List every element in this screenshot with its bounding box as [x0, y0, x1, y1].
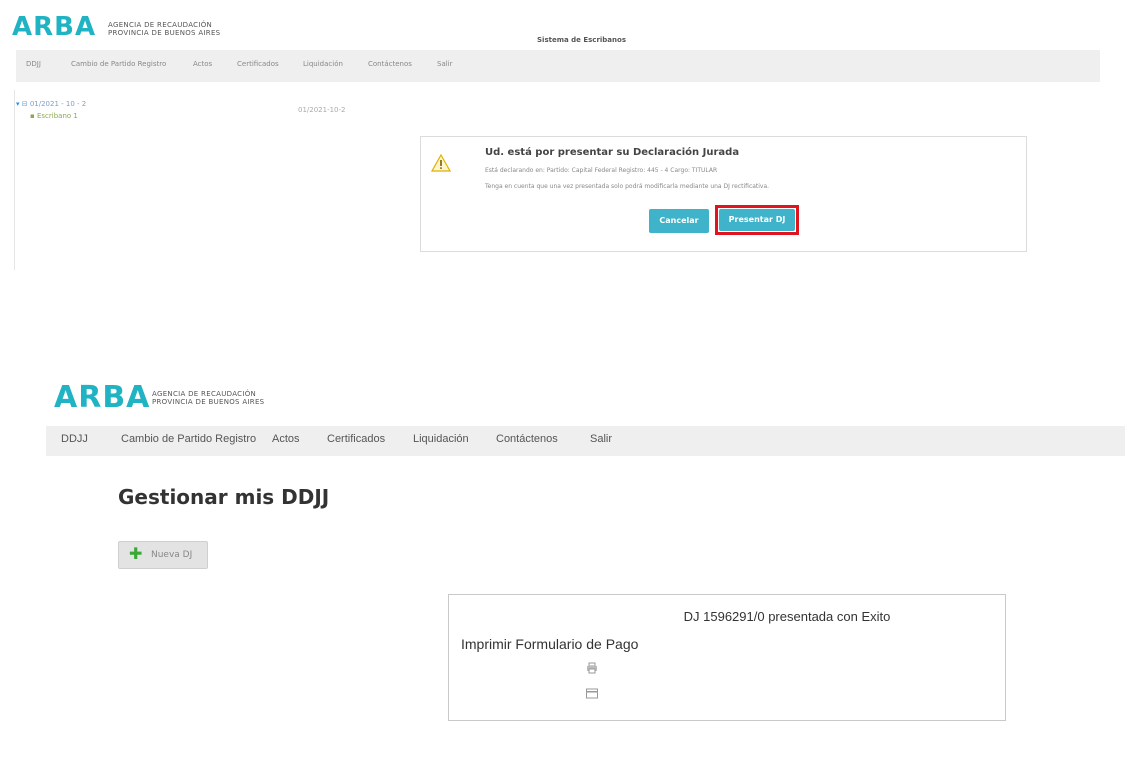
nav-cambio-partido-bottom[interactable]: Cambio de Partido Registro — [121, 433, 256, 445]
printer-icon[interactable] — [586, 659, 598, 678]
agency-subtitle-bottom: AGENCIA DE RECAUDACIÓN PROVINCIA DE BUEN… — [152, 390, 264, 406]
tree-child-item[interactable]: ▪ Escribano 1 — [30, 112, 78, 120]
nav-certificados[interactable]: Certificados — [237, 60, 279, 68]
agency-subtitle-bottom-line2: PROVINCIA DE BUENOS AIRES — [152, 398, 265, 406]
tree-root-item[interactable]: ▾ ⊟ 01/2021 - 10 - 2 — [16, 100, 86, 108]
tree-folder-icon: ▪ — [30, 112, 35, 120]
nav-contactenos-bottom[interactable]: Contáctenos — [496, 433, 558, 445]
card-icon[interactable] — [586, 684, 598, 703]
tree-side-label: 01/2021-10-2 — [298, 106, 346, 114]
tree-child-label: Escribano 1 — [36, 112, 78, 120]
result-title-text: DJ 1596291/0 presentada con Exito — [683, 609, 891, 624]
dialog-line1: Está declarando en: Partido: Capital Fed… — [485, 167, 718, 174]
nav-cambio-partido[interactable]: Cambio de Partido Registro — [71, 60, 166, 68]
nav-contactenos[interactable]: Contáctenos — [368, 60, 412, 68]
nueva-dj-label: Nueva DJ — [151, 550, 193, 560]
agency-subtitle-line2: PROVINCIA DE BUENOS AIRES — [108, 29, 221, 37]
bottom-nav-bar: DDJJ Cambio de Partido Registro Actos Ce… — [46, 426, 1125, 456]
tree-root-label: ⊟ 01/2021 - 10 - 2 — [21, 100, 87, 108]
top-nav-bar: DDJJ Cambio de Partido Registro Actos Ce… — [16, 50, 1100, 82]
arba-logo-bottom: ARBA — [54, 380, 151, 415]
nav-certificados-bottom[interactable]: Certificados — [327, 433, 385, 445]
dialog-line2: Tenga en cuenta que una vez presentada s… — [485, 183, 770, 190]
nav-salir[interactable]: Salir — [437, 60, 453, 68]
result-box: DJ 1596291/0 presentada con Exito Imprim… — [448, 594, 1006, 721]
plus-icon: ✚ — [129, 544, 143, 563]
nav-actos-bottom[interactable]: Actos — [272, 433, 300, 445]
result-title: DJ 1596291/0 presentada con Exito — [449, 609, 1005, 624]
dialog-title: Ud. está por presentar su Declaración Ju… — [485, 147, 740, 158]
agency-subtitle-bottom-line1: AGENCIA DE RECAUDACIÓN — [152, 390, 257, 398]
nav-ddjj[interactable]: DDJJ — [26, 60, 41, 68]
warning-icon — [430, 153, 452, 173]
tree-expand-icon[interactable]: ▾ — [16, 100, 20, 108]
tree-panel-border — [14, 90, 15, 270]
submit-dj-button[interactable]: Presentar DJ — [719, 209, 795, 231]
system-title: Sistema de Escribanos — [537, 36, 626, 44]
arba-logo: ARBA — [12, 12, 97, 42]
agency-subtitle: AGENCIA DE RECAUDACIÓN PROVINCIA DE BUEN… — [108, 21, 220, 37]
nueva-dj-button[interactable]: ✚ Nueva DJ — [118, 541, 208, 569]
agency-subtitle-line1: AGENCIA DE RECAUDACIÓN — [108, 21, 213, 29]
confirm-dialog: Ud. está por presentar su Declaración Ju… — [420, 136, 1027, 252]
nav-ddjj-bottom[interactable]: DDJJ — [61, 433, 88, 445]
nav-liquidacion-bottom[interactable]: Liquidación — [413, 433, 469, 445]
nav-actos[interactable]: Actos — [193, 60, 212, 68]
cancel-button[interactable]: Cancelar — [649, 209, 709, 233]
print-form-label: Imprimir Formulario de Pago — [461, 636, 639, 652]
nav-liquidacion[interactable]: Liquidación — [303, 60, 343, 68]
page-title: Gestionar mis DDJJ — [118, 485, 330, 509]
nav-salir-bottom[interactable]: Salir — [590, 433, 612, 445]
